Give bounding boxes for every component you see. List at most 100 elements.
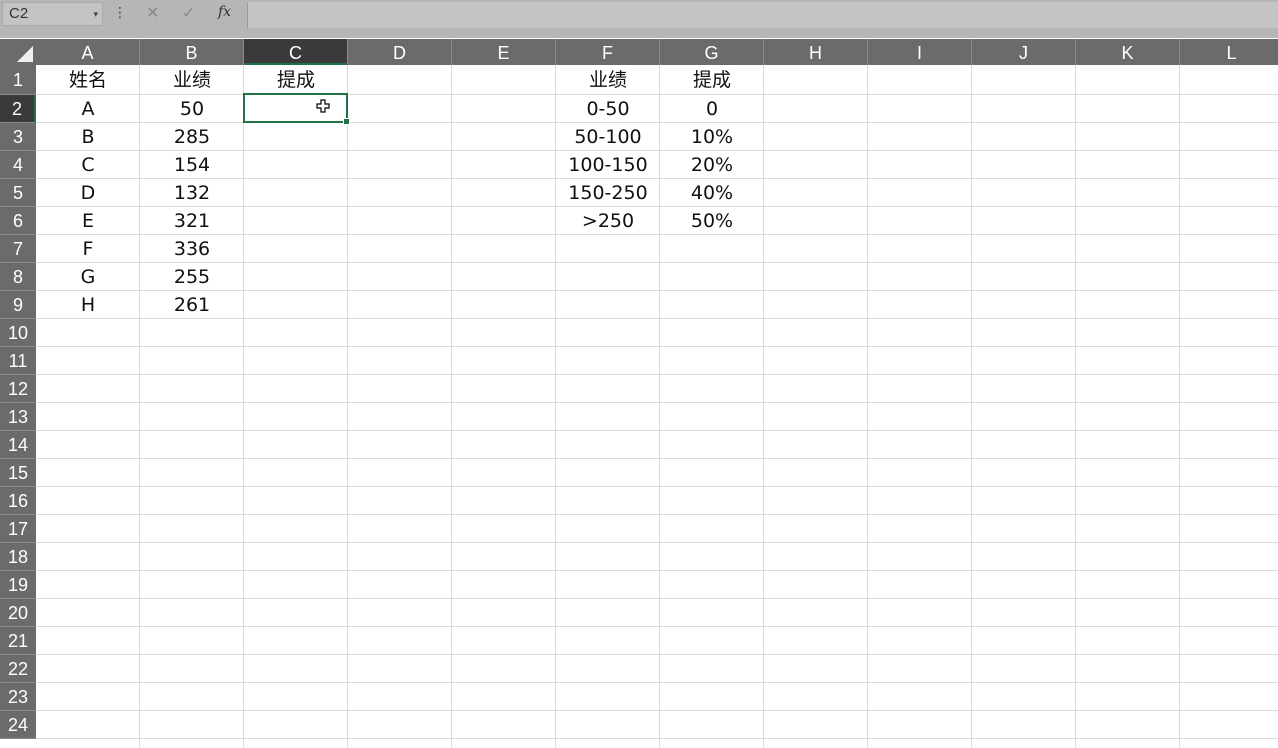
cell-b4[interactable]: 154 (140, 151, 244, 179)
cell-a3[interactable]: B (36, 123, 140, 151)
cell-g1[interactable]: 提成 (660, 65, 764, 95)
row-header-10[interactable]: 10 (0, 319, 36, 347)
cell-b5[interactable]: 132 (140, 179, 244, 207)
row-header-16[interactable]: 16 (0, 487, 36, 515)
active-cell-outline[interactable] (243, 93, 350, 125)
cell-a5[interactable]: D (36, 179, 140, 207)
column-header-l[interactable]: L (1180, 39, 1278, 65)
cell-g2[interactable]: 0 (660, 95, 764, 123)
gridline-vertical (451, 65, 452, 748)
row-header-1[interactable]: 1 (0, 65, 36, 95)
more-options-icon[interactable]: ⋮ (113, 4, 127, 21)
gridline-horizontal (36, 514, 1278, 515)
cell-f5[interactable]: 150-250 (556, 179, 660, 207)
column-headers: ABCDEFGHIJKL (36, 39, 1278, 65)
row-header-20[interactable]: 20 (0, 599, 36, 627)
column-header-a[interactable]: A (36, 39, 140, 65)
select-all-button[interactable] (0, 39, 36, 65)
cell-a8[interactable]: G (36, 263, 140, 291)
cell-g6[interactable]: 50% (660, 207, 764, 235)
cell-g4[interactable]: 20% (660, 151, 764, 179)
cell-b1[interactable]: 业绩 (140, 65, 244, 95)
cell-f1[interactable]: 业绩 (556, 65, 660, 95)
row-header-3[interactable]: 3 (0, 123, 36, 151)
enter-icon[interactable]: ✓ (182, 3, 195, 23)
row-header-14[interactable]: 14 (0, 431, 36, 459)
row-header-6[interactable]: 6 (0, 207, 36, 235)
cell-a1[interactable]: 姓名 (36, 65, 140, 95)
cell-b8[interactable]: 255 (140, 263, 244, 291)
row-header-23[interactable]: 23 (0, 683, 36, 711)
column-header-d[interactable]: D (348, 39, 452, 65)
name-box[interactable]: C2 ▾ (2, 2, 103, 26)
gridline-horizontal (36, 598, 1278, 599)
cell-f2[interactable]: 0-50 (556, 95, 660, 123)
cell-a4[interactable]: C (36, 151, 140, 179)
cell-b2[interactable]: 50 (140, 95, 244, 123)
cell-a2[interactable]: A (36, 95, 140, 123)
column-header-j[interactable]: J (972, 39, 1076, 65)
cell-b6[interactable]: 321 (140, 207, 244, 235)
cell-a7[interactable]: F (36, 235, 140, 263)
gridline-horizontal (36, 626, 1278, 627)
row-header-19[interactable]: 19 (0, 571, 36, 599)
column-header-i[interactable]: I (868, 39, 972, 65)
cell-b3[interactable]: 285 (140, 123, 244, 151)
column-header-b[interactable]: B (140, 39, 244, 65)
gridline-horizontal (36, 654, 1278, 655)
column-header-g[interactable]: G (660, 39, 764, 65)
gridline-horizontal (36, 682, 1278, 683)
insert-function-icon[interactable]: fx (218, 4, 231, 20)
row-header-9[interactable]: 9 (0, 291, 36, 319)
cell-a9[interactable]: H (36, 291, 140, 319)
row-header-22[interactable]: 22 (0, 655, 36, 683)
column-header-e[interactable]: E (452, 39, 556, 65)
cell-b7[interactable]: 336 (140, 235, 244, 263)
gridline-vertical (867, 65, 868, 748)
fill-handle[interactable] (343, 118, 350, 125)
gridline-horizontal (36, 710, 1278, 711)
row-header-4[interactable]: 4 (0, 151, 36, 179)
chevron-down-icon[interactable]: ▾ (93, 3, 98, 25)
row-header-17[interactable]: 17 (0, 515, 36, 543)
cancel-icon[interactable]: ✕ (146, 3, 159, 23)
row-header-12[interactable]: 12 (0, 375, 36, 403)
row-header-5[interactable]: 5 (0, 179, 36, 207)
formula-input[interactable] (247, 2, 1278, 28)
cell-f3[interactable]: 50-100 (556, 123, 660, 151)
cell-c1[interactable]: 提成 (244, 65, 348, 95)
cell-f6[interactable]: >250 (556, 207, 660, 235)
row-header-15[interactable]: 15 (0, 459, 36, 487)
gridline-horizontal (36, 542, 1278, 543)
worksheet-grid[interactable]: 姓名 业绩 提成 A 50 B 285 C 154 D 132 E 321 F 336 G 255 H 261 业绩提… (36, 65, 1278, 748)
gridline-horizontal (36, 570, 1278, 571)
row-header-21[interactable]: 21 (0, 627, 36, 655)
cell-g5[interactable]: 40% (660, 179, 764, 207)
cell-a6[interactable]: E (36, 207, 140, 235)
gridline-vertical (347, 65, 348, 748)
column-header-h[interactable]: H (764, 39, 868, 65)
gridline-horizontal (36, 430, 1278, 431)
row-header-13[interactable]: 13 (0, 403, 36, 431)
gridline-vertical (971, 65, 972, 748)
cursor-icon (316, 99, 330, 117)
row-header-7[interactable]: 7 (0, 235, 36, 263)
cell-g3[interactable]: 10% (660, 123, 764, 151)
gridline-horizontal (36, 374, 1278, 375)
column-header-k[interactable]: K (1076, 39, 1180, 65)
gridline-horizontal (36, 402, 1278, 403)
gridline-vertical (1179, 65, 1180, 748)
row-header-2[interactable]: 2 (0, 95, 36, 123)
column-header-c[interactable]: C (244, 39, 348, 65)
row-header-11[interactable]: 11 (0, 347, 36, 375)
cell-f4[interactable]: 100-150 (556, 151, 660, 179)
gridline-horizontal (36, 346, 1278, 347)
row-header-8[interactable]: 8 (0, 263, 36, 291)
cell-b9[interactable]: 261 (140, 291, 244, 319)
row-header-24[interactable]: 24 (0, 711, 36, 739)
column-header-f[interactable]: F (556, 39, 660, 65)
row-header-18[interactable]: 18 (0, 543, 36, 571)
gridline-horizontal (36, 486, 1278, 487)
gridline-horizontal (36, 738, 1278, 739)
gridline-vertical (1075, 65, 1076, 748)
